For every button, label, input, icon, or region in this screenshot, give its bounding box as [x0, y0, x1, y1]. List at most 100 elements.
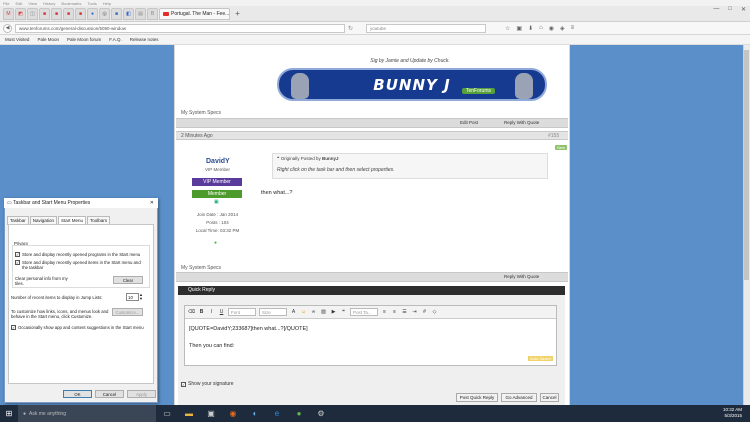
search-input[interactable]: youtube [366, 23, 487, 33]
tab-gmail[interactable]: M [3, 7, 14, 20]
close-icon[interactable]: ✕ [741, 6, 746, 13]
quote-icon[interactable]: ❝ [340, 309, 347, 316]
code-icon[interactable]: # [421, 309, 428, 316]
tab-site[interactable]: B [147, 7, 158, 20]
underline-button[interactable]: U [218, 309, 225, 316]
tab-site[interactable]: ◧ [123, 7, 134, 20]
bookmark-most-visited[interactable]: Most Visited [5, 37, 29, 42]
align-left-icon[interactable]: ≡ [381, 309, 388, 316]
list-icon[interactable]: ☰ [401, 309, 408, 316]
firefox-icon[interactable]: ◉ [222, 405, 244, 422]
tab-site[interactable]: ● [87, 7, 98, 20]
menu-view[interactable]: View [28, 1, 37, 6]
bookmark-release-notes[interactable]: Release notes [130, 37, 159, 42]
tab-site[interactable]: ◩ [15, 7, 26, 20]
spinner-icon[interactable]: ▲ ▼ [139, 293, 143, 301]
edit-post-button[interactable]: Edit Post [460, 120, 478, 125]
tab-site[interactable]: ■ [63, 7, 74, 20]
start-button[interactable]: ⊞ [0, 405, 18, 422]
chat-icon[interactable]: ◉ [549, 25, 554, 32]
size-select[interactable]: Size [259, 308, 287, 316]
dialog-cancel-button[interactable]: Cancel [95, 390, 124, 398]
link-icon[interactable]: ∞ [310, 309, 317, 316]
apply-button[interactable]: Apply [127, 390, 156, 398]
menu-bookmarks[interactable]: Bookmarks [61, 1, 81, 6]
bold-button[interactable]: B [198, 309, 205, 316]
download-icon[interactable]: ⬇ [528, 25, 533, 32]
system-specs-link[interactable]: My System Specs [181, 265, 221, 271]
site-icon: ◩ [18, 10, 23, 17]
tab-site[interactable]: ◫ [27, 7, 38, 20]
pale-moon-icon[interactable]: ◐ [244, 405, 266, 422]
clipboard-icon[interactable]: ▣ [516, 25, 522, 32]
tab-site[interactable]: ■ [51, 7, 62, 20]
reload-icon[interactable]: ↻ [348, 25, 353, 32]
url-bar[interactable]: www.tenforums.com/general-discussion/509… [15, 23, 345, 33]
recent-items-checkbox[interactable]: ✓ [15, 260, 20, 265]
task-view-icon[interactable]: ▭ [156, 405, 178, 422]
reply-with-quote-button[interactable]: Reply With Quote [504, 274, 539, 279]
php-icon[interactable]: ◇ [431, 309, 438, 316]
go-advanced-button[interactable]: Go Advanced [501, 393, 537, 402]
post-quick-reply-button[interactable]: Post Quick Reply [456, 393, 498, 402]
tab-site[interactable]: ■ [111, 7, 122, 20]
tab-site[interactable]: ■ [39, 7, 50, 20]
file-explorer-icon[interactable]: ▬ [178, 405, 200, 422]
settings-icon[interactable]: ⚙ [310, 405, 332, 422]
jumplist-count-input[interactable]: 10 [126, 293, 139, 301]
username[interactable]: DavidY [206, 158, 230, 165]
post-tag-select[interactable]: Post Ta... [350, 308, 378, 316]
show-signature-checkbox[interactable]: ✓ [181, 381, 186, 387]
menu-icon[interactable]: ≡ [571, 25, 575, 32]
back-button[interactable]: ◀ [3, 23, 12, 33]
scrollbar-thumb[interactable] [744, 50, 749, 280]
text-color-icon[interactable]: A [290, 309, 297, 316]
menu-file[interactable]: File [3, 1, 9, 6]
indent-icon[interactable]: ⇥ [411, 309, 418, 316]
show-signature-option[interactable]: ✓ Show your signature [181, 381, 234, 387]
image-icon[interactable]: ▨ [320, 309, 327, 316]
italic-button[interactable]: I [208, 309, 215, 316]
addon-icon[interactable]: ◈ [560, 25, 565, 32]
bookmark-faq[interactable]: F.A.Q. [109, 37, 122, 42]
clear-button[interactable]: Clear [113, 276, 143, 284]
tab-site[interactable]: ◎ [99, 7, 110, 20]
app-icon[interactable]: ● [288, 405, 310, 422]
reply-with-quote-button[interactable]: Reply With Quote [504, 120, 539, 125]
system-clock[interactable]: 10:32 AM 5/3/2015 [723, 407, 742, 419]
new-tab-button[interactable]: + [235, 9, 240, 18]
menu-edit[interactable]: Edit [15, 1, 22, 6]
suggestions-checkbox[interactable]: ✓ [11, 325, 16, 330]
menu-tools[interactable]: Tools [87, 1, 96, 6]
remove-format-icon[interactable]: ⌫ [188, 309, 195, 316]
home-icon[interactable]: ⌂ [539, 25, 543, 32]
post-number[interactable]: #155 [548, 133, 559, 139]
ie-icon[interactable]: e [266, 405, 288, 422]
video-icon[interactable]: ▶ [330, 309, 337, 316]
recent-programs-checkbox[interactable]: ✓ [15, 252, 20, 257]
star-icon[interactable]: ☆ [505, 25, 510, 32]
join-date: Join Date : Jan 2014 [196, 212, 239, 217]
cancel-reply-button[interactable]: Cancel [540, 393, 559, 402]
maximize-icon[interactable]: □ [728, 6, 732, 13]
ok-button[interactable]: OK [63, 390, 92, 398]
tab-site[interactable]: ■ [75, 7, 86, 20]
clear-info-label: Clear personal info from my tiles. [15, 276, 68, 286]
smiley-icon[interactable]: ☺ [300, 309, 307, 316]
quote-author[interactable]: BunnyJ [322, 156, 339, 161]
dialog-close-icon[interactable]: ✕ [150, 198, 154, 208]
cortana-search[interactable]: ● Ask me anything [18, 405, 156, 422]
store-icon[interactable]: ▣ [200, 405, 222, 422]
bunny-image [291, 73, 309, 99]
system-specs-link[interactable]: My System Specs [181, 110, 221, 116]
customize-button[interactable]: Customize... [112, 308, 143, 316]
tab-site[interactable]: ▤ [135, 7, 146, 20]
align-center-icon[interactable]: ≡ [391, 309, 398, 316]
tab-youtube[interactable]: Portugal. The Man - Fee... [159, 7, 231, 20]
minimize-icon[interactable]: — [713, 6, 719, 13]
font-select[interactable]: Font [228, 308, 256, 316]
menu-history[interactable]: History [43, 1, 55, 6]
menu-help[interactable]: Help [103, 1, 111, 6]
bookmark-pale-moon[interactable]: Pale Moon [37, 37, 59, 42]
bookmark-pale-moon-forum[interactable]: Pale Moon forum [67, 37, 101, 42]
